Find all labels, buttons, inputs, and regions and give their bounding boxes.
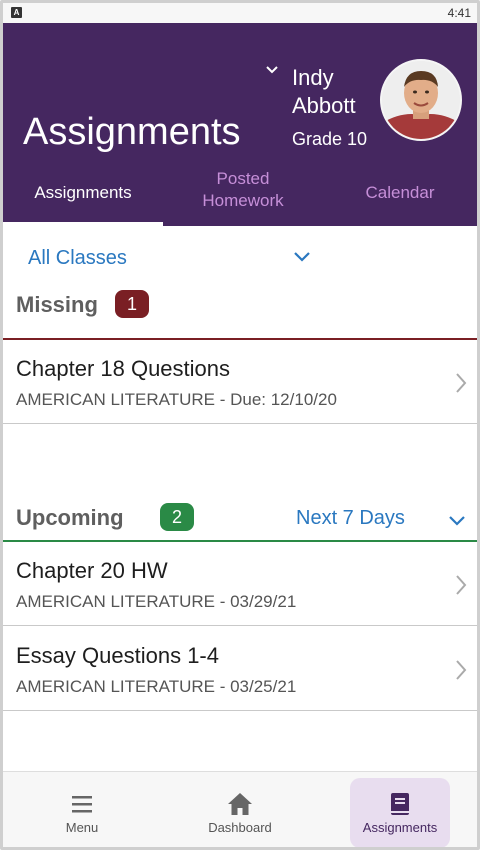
assignment-title: Chapter 18 Questions <box>16 356 231 381</box>
class-filter-label[interactable]: All Classes <box>28 247 127 270</box>
missing-section-header: Missing 1 <box>3 280 477 330</box>
chevron-down-icon[interactable] <box>293 251 311 263</box>
missing-count-badge: 1 <box>115 290 149 318</box>
missing-title: Missing <box>16 292 98 317</box>
user-grade: Grade 10 <box>292 129 368 149</box>
home-icon <box>228 793 252 815</box>
chevron-right-icon <box>456 575 467 595</box>
nav-assignments[interactable]: Assignments <box>350 778 450 847</box>
list-item[interactable]: Essay Questions 1-4 AMERICAN LITERATURE … <box>3 627 477 711</box>
nav-menu[interactable]: Menu <box>27 778 137 847</box>
user-switch-chevron-icon[interactable] <box>265 63 279 77</box>
assignment-subtitle: AMERICAN LITERATURE - 03/25/21 <box>16 677 297 696</box>
menu-icon <box>72 796 92 813</box>
assignment-title: Chapter 20 HW <box>16 558 168 583</box>
upcoming-title: Upcoming <box>16 505 124 530</box>
upcoming-section-header: Upcoming 2 Next 7 Days <box>3 493 477 543</box>
user-last-name[interactable]: Abbott <box>292 93 356 119</box>
assignment-title: Essay Questions 1-4 <box>16 643 219 668</box>
app-frame: A 4:41 Assignments Indy Abbott Grade 10 … <box>0 0 480 850</box>
status-bar: A 4:41 <box>3 3 477 23</box>
nav-menu-label: Menu <box>65 820 99 835</box>
book-icon <box>391 793 409 815</box>
notification-icon: A <box>11 7 22 18</box>
page-title: Assignments <box>23 111 241 153</box>
chevron-right-icon <box>456 660 467 680</box>
upcoming-count-badge: 2 <box>160 503 194 531</box>
student-portrait-icon <box>382 61 460 139</box>
tab-posted-homework[interactable]: Posted Homework <box>163 168 323 212</box>
nav-assignments-label: Assignments <box>362 820 438 835</box>
chevron-right-icon <box>456 373 467 393</box>
avatar[interactable] <box>380 59 462 141</box>
assignment-subtitle: AMERICAN LITERATURE - Due: 12/10/20 <box>16 390 337 409</box>
active-tab-indicator <box>3 222 163 226</box>
tab-posted-homework-label: Posted Homework <box>202 169 284 210</box>
class-filter[interactable]: All Classes <box>3 229 477 287</box>
header: Assignments Indy Abbott Grade 10 Assignm… <box>3 23 477 226</box>
date-range-dropdown[interactable]: Next 7 Days <box>296 507 405 530</box>
tab-assignments[interactable]: Assignments <box>3 183 163 203</box>
assignment-subtitle: AMERICAN LITERATURE - 03/29/21 <box>16 592 297 611</box>
chevron-down-icon[interactable] <box>448 515 466 527</box>
list-item[interactable]: Chapter 20 HW AMERICAN LITERATURE - 03/2… <box>3 542 477 626</box>
bottom-navigation: Menu Dashboard Assignments <box>3 771 477 847</box>
nav-dashboard-label: Dashboard <box>208 820 272 835</box>
tab-calendar[interactable]: Calendar <box>323 183 477 203</box>
user-first-name[interactable]: Indy <box>292 65 334 91</box>
nav-dashboard[interactable]: Dashboard <box>185 778 295 847</box>
status-time: 4:41 <box>447 6 471 20</box>
list-item[interactable]: Chapter 18 Questions AMERICAN LITERATURE… <box>3 340 477 424</box>
